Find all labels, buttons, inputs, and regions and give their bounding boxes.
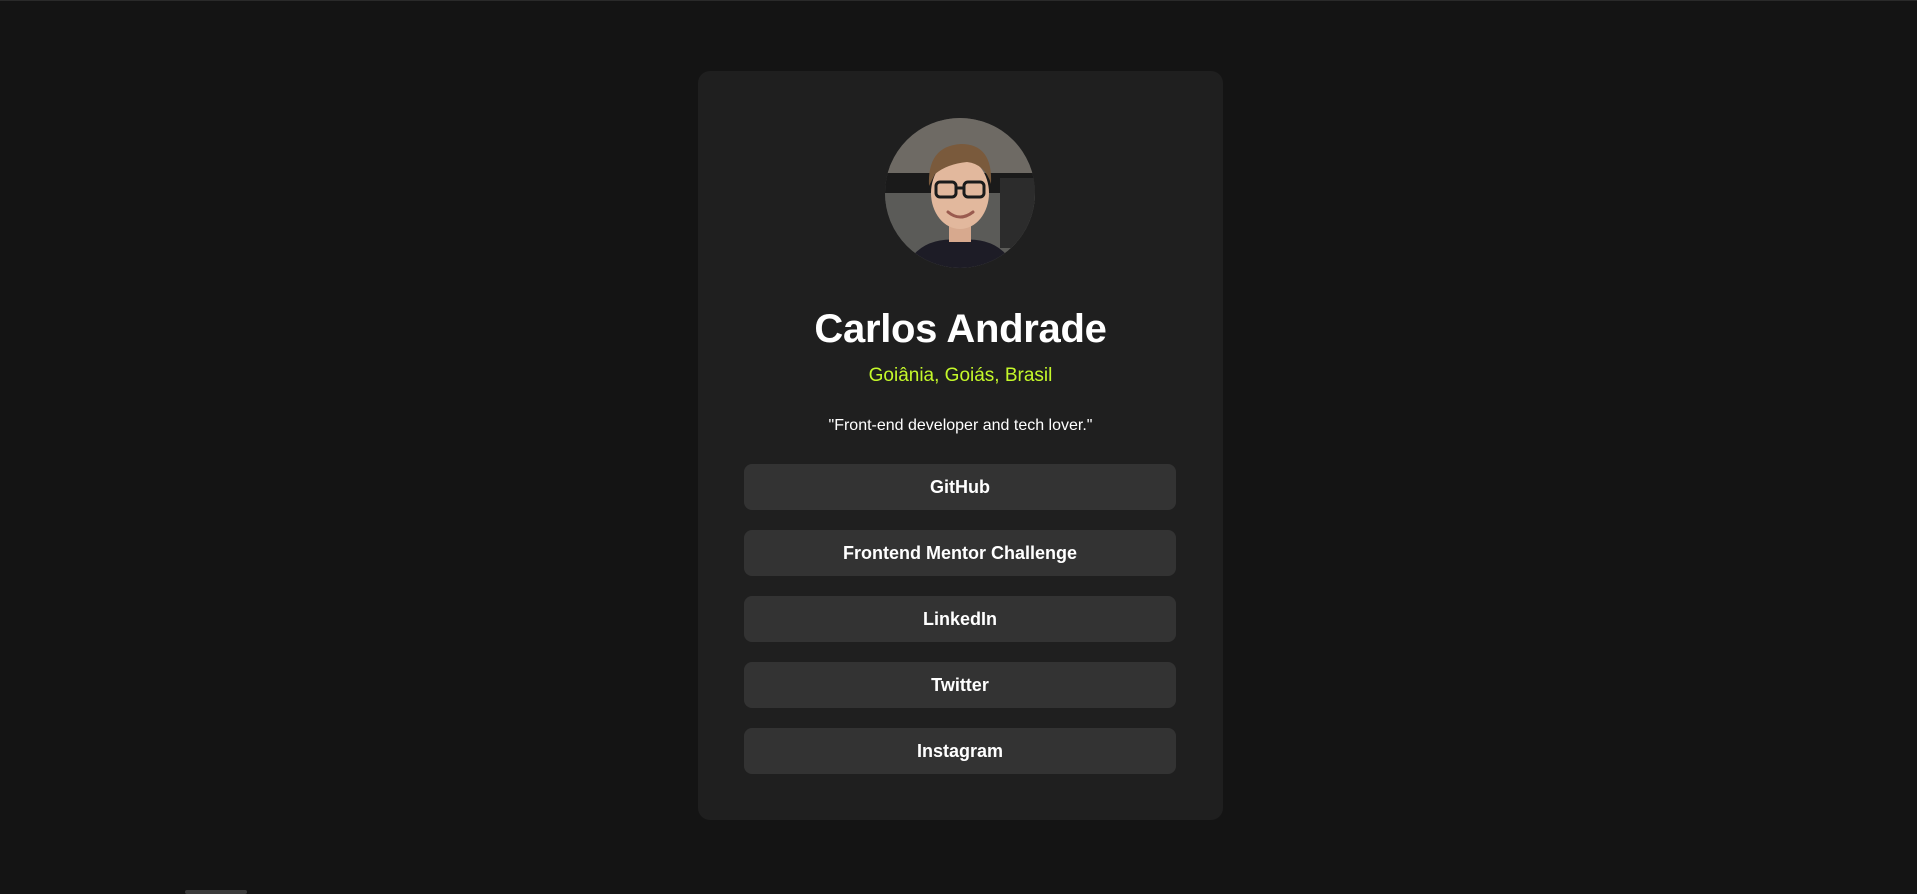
instagram-link-button[interactable]: Instagram [744, 728, 1176, 774]
linkedin-link-button[interactable]: LinkedIn [744, 596, 1176, 642]
avatar-photo [885, 118, 1035, 268]
page: Carlos Andrade Goiânia, Goiás, Brasil "F… [0, 0, 1917, 894]
frontend-mentor-link-button[interactable]: Frontend Mentor Challenge [744, 530, 1176, 576]
profile-card: Carlos Andrade Goiânia, Goiás, Brasil "F… [698, 71, 1223, 820]
top-divider [0, 0, 1917, 1]
horizontal-scrollbar-thumb[interactable] [185, 890, 247, 894]
profile-name: Carlos Andrade [814, 307, 1107, 351]
github-link-button[interactable]: GitHub [744, 464, 1176, 510]
social-links: GitHub Frontend Mentor Challenge LinkedI… [744, 464, 1176, 794]
avatar [885, 118, 1035, 268]
twitter-link-button[interactable]: Twitter [744, 662, 1176, 708]
profile-location: Goiânia, Goiás, Brasil [868, 365, 1053, 386]
profile-bio: "Front-end developer and tech lover." [828, 417, 1093, 434]
